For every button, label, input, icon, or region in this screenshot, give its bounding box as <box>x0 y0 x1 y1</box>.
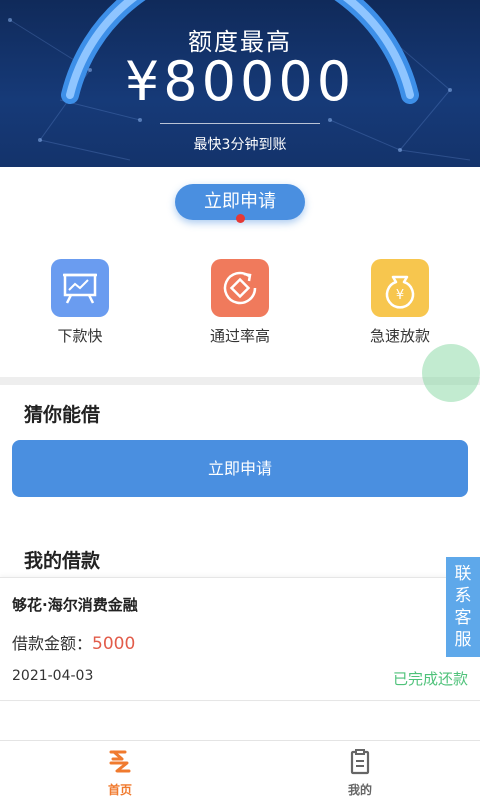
apply-now-button[interactable]: 立即申请 <box>12 440 468 497</box>
service-char: 联 <box>454 564 472 584</box>
feature-rapid-payout: ¥ 急速放款 <box>340 259 460 346</box>
refresh-diamond-icon <box>211 259 269 317</box>
floating-assist-button[interactable] <box>422 344 480 402</box>
contact-service-button[interactable]: 联 系 客 服 <box>446 557 480 657</box>
notification-dot <box>236 214 245 223</box>
bottom-navigation: 首页 我的 <box>0 740 480 800</box>
loan-amount-row: 借款金额：5000 <box>12 630 135 654</box>
my-loans-title: 我的借款 <box>24 550 101 572</box>
loan-amount-label: 借款金额： <box>12 634 93 653</box>
clipboard-icon <box>350 749 370 775</box>
hero-banner: 额度最高 ¥80000 最快3分钟到账 <box>0 0 480 167</box>
feature-label: 下款快 <box>57 327 103 345</box>
feature-label: 急速放款 <box>369 327 430 345</box>
nav-home-tab[interactable]: 首页 <box>80 749 160 798</box>
service-char: 系 <box>454 586 472 606</box>
chart-board-icon <box>51 259 109 317</box>
feature-fast-disbursement: 下款快 <box>20 259 140 346</box>
max-credit-amount: ¥80000 <box>124 50 356 113</box>
guess-section-title: 猜你能借 <box>24 404 101 426</box>
loan-amount-value: 5000 <box>92 634 136 654</box>
loan-status: 已完成还款 <box>392 670 468 688</box>
banner-subtitle: 最快3分钟到账 <box>193 137 287 153</box>
feature-high-approval: 通过率高 <box>180 259 300 346</box>
nav-mine-label: 我的 <box>347 783 372 797</box>
nav-mine-tab[interactable]: 我的 <box>320 749 400 798</box>
home-logo-icon <box>109 750 131 773</box>
service-char: 服 <box>454 630 472 650</box>
yen-bag-icon: ¥ <box>371 259 429 317</box>
loan-product-name: 够花·海尔消费金融 <box>12 596 138 614</box>
service-char: 客 <box>454 608 472 628</box>
svg-text:¥: ¥ <box>396 288 404 303</box>
banner-divider <box>160 123 320 124</box>
loan-date: 2021-04-03 <box>12 668 94 684</box>
section-divider <box>0 377 480 385</box>
feature-label: 通过率高 <box>209 327 270 345</box>
loan-record-card[interactable]: 够花·海尔消费金融 借款金额：5000 2021-04-03 已完成还款 <box>0 577 480 701</box>
nav-home-label: 首页 <box>107 783 132 797</box>
